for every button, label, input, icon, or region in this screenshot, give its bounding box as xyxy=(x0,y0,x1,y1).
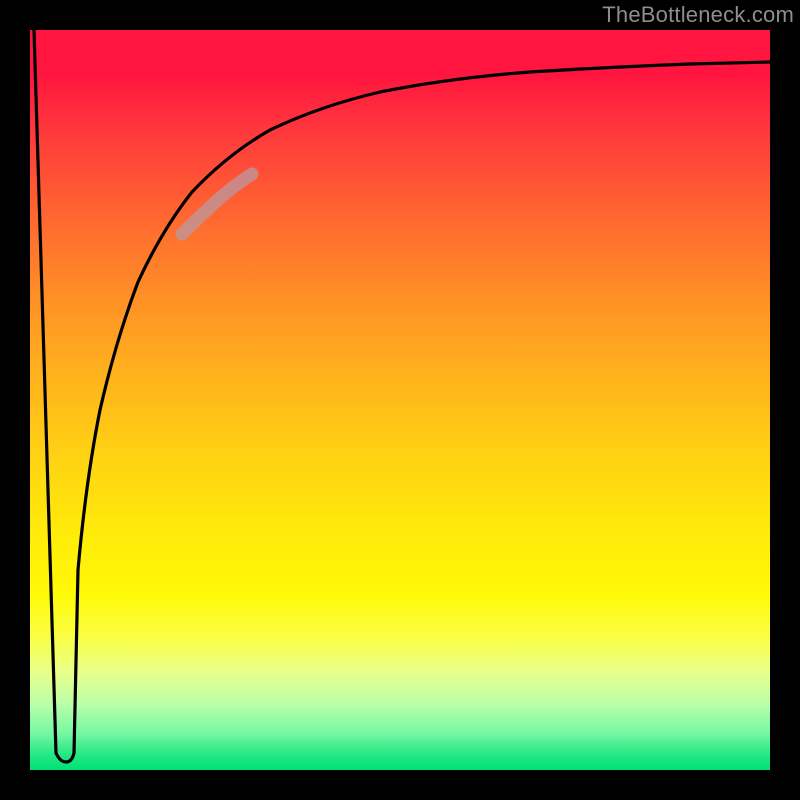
watermark-text: TheBottleneck.com xyxy=(602,2,794,28)
curve-layer xyxy=(30,30,770,770)
plot-area xyxy=(30,30,770,770)
chart-frame: TheBottleneck.com xyxy=(0,0,800,800)
bottleneck-curve xyxy=(34,30,770,762)
curve-highlight xyxy=(182,174,252,234)
